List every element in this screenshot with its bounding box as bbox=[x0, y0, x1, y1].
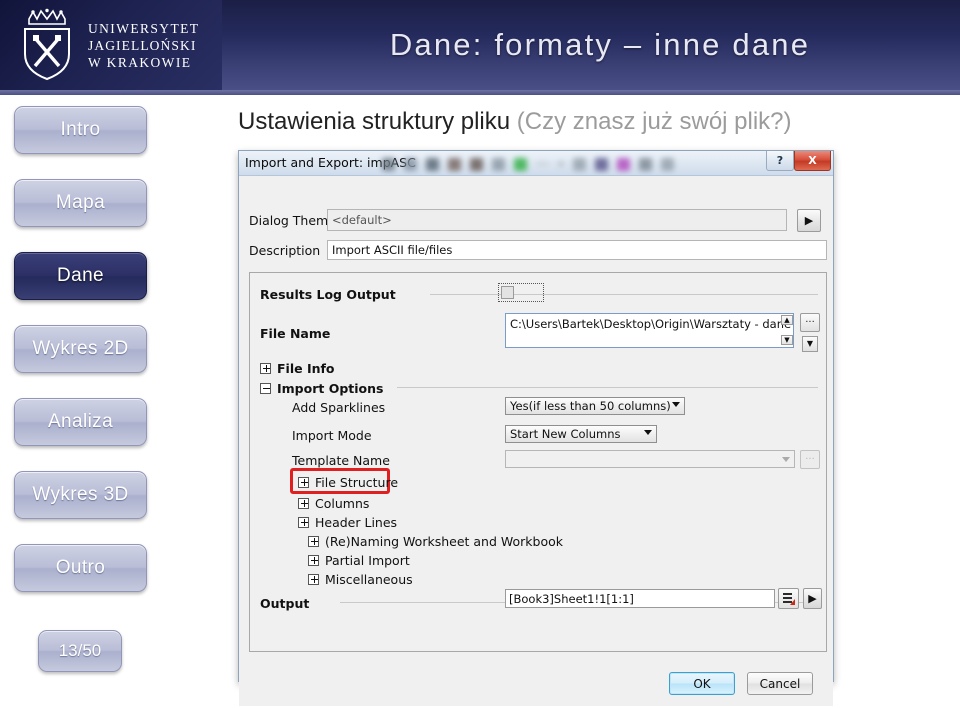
tree-node-label: (Re)Naming Worksheet and Workbook bbox=[325, 534, 564, 549]
import-mode-label: Import Mode bbox=[292, 428, 372, 443]
sidebar-item-label: Wykres 3D bbox=[32, 484, 129, 505]
blurred-taskbar-icons bbox=[382, 153, 757, 175]
page-title: Dane: formaty – inne dane bbox=[389, 27, 811, 62]
tree-node-miscellaneous[interactable]: Miscellaneous bbox=[308, 572, 413, 587]
tree-node-label: File Info bbox=[277, 361, 335, 376]
dialog-footer: OK Cancel bbox=[239, 664, 833, 706]
expand-plus-icon[interactable] bbox=[308, 536, 319, 547]
ok-button[interactable]: OK bbox=[669, 672, 735, 695]
description-label: Description bbox=[249, 243, 321, 258]
sidebar-item-analiza[interactable]: Analiza bbox=[14, 398, 147, 446]
tree-node-label: Columns bbox=[315, 496, 370, 511]
import-mode-select[interactable]: Start New Columns bbox=[505, 425, 657, 443]
university-logo: UNIWERSYTET JAGIELLOŃSKI W KRAKOWIE bbox=[0, 0, 222, 90]
dialog-theme-input[interactable]: <default> bbox=[327, 209, 787, 231]
close-icon[interactable]: X bbox=[794, 151, 831, 171]
template-name-browse-button[interactable]: ... bbox=[800, 450, 820, 469]
results-log-output-label: Results Log Output bbox=[260, 287, 402, 302]
file-name-dropdown-icon[interactable]: ▼ bbox=[802, 336, 818, 352]
chevron-down-icon bbox=[782, 457, 790, 462]
output-target-icon[interactable] bbox=[778, 588, 799, 609]
sidebar-navigation: Intro Mapa Dane Wykres 2D Analiza Wykres… bbox=[0, 95, 222, 708]
expand-plus-icon[interactable] bbox=[298, 498, 309, 509]
jagiellonian-crest-icon bbox=[24, 8, 70, 81]
output-arrow-icon[interactable]: ▶ bbox=[803, 588, 822, 609]
sidebar-item-label: Mapa bbox=[55, 192, 106, 213]
chevron-down-icon bbox=[672, 402, 680, 407]
dialog-theme-row: Dialog Theme <default> ▶ bbox=[249, 209, 827, 232]
chevron-down-icon bbox=[644, 430, 652, 435]
tree-node-columns[interactable]: Columns bbox=[298, 496, 369, 511]
output-label: Output bbox=[260, 596, 316, 611]
sidebar-item-wykres-2d[interactable]: Wykres 2D bbox=[14, 325, 147, 373]
add-sparklines-select[interactable]: Yes(if less than 50 columns) bbox=[505, 397, 685, 415]
tree-node-import-options[interactable]: Import Options bbox=[260, 381, 383, 396]
dialog-theme-label: Dialog Theme bbox=[249, 213, 336, 228]
dialog-settings-panel: Results Log Output File Name C:\Users\Ba… bbox=[249, 272, 827, 652]
content-heading-sub: (Czy znasz już swój plik?) bbox=[516, 108, 792, 135]
expand-plus-icon[interactable] bbox=[260, 363, 271, 374]
sidebar-item-intro[interactable]: Intro bbox=[14, 106, 147, 154]
tree-node-label: Miscellaneous bbox=[325, 572, 413, 587]
sidebar-item-label: Intro bbox=[60, 119, 101, 140]
logo-line-1: UNIWERSYTET bbox=[88, 20, 200, 36]
add-sparklines-label: Add Sparklines bbox=[292, 400, 386, 415]
file-name-scroll-down-icon[interactable]: ▼ bbox=[781, 335, 793, 345]
university-name: UNIWERSYTET JAGIELLOŃSKI W KRAKOWIE bbox=[88, 20, 199, 71]
tree-node-label: Header Lines bbox=[315, 515, 398, 530]
file-name-label: File Name bbox=[260, 326, 337, 341]
tree-node-partial-import[interactable]: Partial Import bbox=[308, 553, 410, 568]
dialog-titlebar[interactable]: Import and Export: impASC ? X bbox=[239, 151, 833, 176]
tree-node-renaming-worksheet[interactable]: (Re)Naming Worksheet and Workbook bbox=[308, 534, 563, 549]
sidebar-item-label: Outro bbox=[55, 557, 106, 578]
file-name-browse-button[interactable]: ... bbox=[800, 313, 820, 332]
sidebar-item-dane[interactable]: Dane bbox=[14, 252, 147, 300]
tree-node-label: Partial Import bbox=[325, 553, 410, 568]
sidebar-item-wykres-3d[interactable]: Wykres 3D bbox=[14, 471, 147, 519]
sidebar-item-label: Analiza bbox=[47, 411, 114, 432]
expand-plus-icon[interactable] bbox=[308, 555, 319, 566]
import-mode-value: Start New Columns bbox=[510, 427, 621, 441]
cancel-button[interactable]: Cancel bbox=[747, 672, 813, 695]
sidebar-item-mapa[interactable]: Mapa bbox=[14, 179, 147, 227]
logo-line-2: JAGIELLOŃSKI bbox=[88, 37, 197, 53]
template-name-input[interactable] bbox=[505, 450, 795, 468]
expand-plus-icon[interactable] bbox=[298, 477, 309, 488]
tree-node-label: File Structure bbox=[315, 475, 399, 490]
results-log-rule bbox=[430, 294, 818, 295]
help-button[interactable]: ? bbox=[766, 151, 794, 171]
output-input[interactable]: [Book3]Sheet1!1[1:1] bbox=[505, 589, 775, 608]
description-input[interactable]: Import ASCII file/files bbox=[327, 240, 827, 260]
add-sparklines-value: Yes(if less than 50 columns) bbox=[510, 399, 671, 413]
tree-node-header-lines[interactable]: Header Lines bbox=[298, 515, 397, 530]
file-name-scroll-up-icon[interactable]: ▲ bbox=[781, 315, 793, 325]
file-name-input[interactable]: C:\Users\Bartek\Desktop\Origin\Warsztaty… bbox=[505, 313, 794, 348]
slide-counter: 13/50 bbox=[38, 630, 122, 672]
results-log-checkbox[interactable] bbox=[501, 286, 514, 299]
template-name-label: Template Name bbox=[292, 453, 390, 468]
import-options-rule bbox=[397, 387, 818, 388]
logo-line-3: W KRAKOWIE bbox=[88, 54, 192, 70]
sidebar-item-outro[interactable]: Outro bbox=[14, 544, 147, 592]
tree-node-label: Import Options bbox=[277, 381, 384, 396]
expand-plus-icon[interactable] bbox=[298, 517, 309, 528]
expand-plus-icon[interactable] bbox=[308, 574, 319, 585]
tree-node-file-info[interactable]: File Info bbox=[260, 361, 335, 376]
import-export-dialog: Import and Export: impASC ? X Dialog The… bbox=[238, 150, 834, 706]
content-heading-main: Ustawienia struktury pliku bbox=[238, 108, 511, 135]
content-heading: Ustawienia struktury pliku (Czy znasz ju… bbox=[238, 108, 792, 136]
sidebar-item-label: Dane bbox=[56, 265, 105, 286]
description-row: Description Import ASCII file/files bbox=[249, 240, 827, 261]
sidebar-item-label: Wykres 2D bbox=[32, 338, 129, 359]
tree-node-file-structure[interactable]: File Structure bbox=[298, 475, 398, 490]
dialog-theme-arrow-icon[interactable]: ▶ bbox=[797, 209, 821, 232]
slide-header: UNIWERSYTET JAGIELLOŃSKI W KRAKOWIE Dane… bbox=[0, 0, 960, 90]
collapse-minus-icon[interactable] bbox=[260, 383, 271, 394]
